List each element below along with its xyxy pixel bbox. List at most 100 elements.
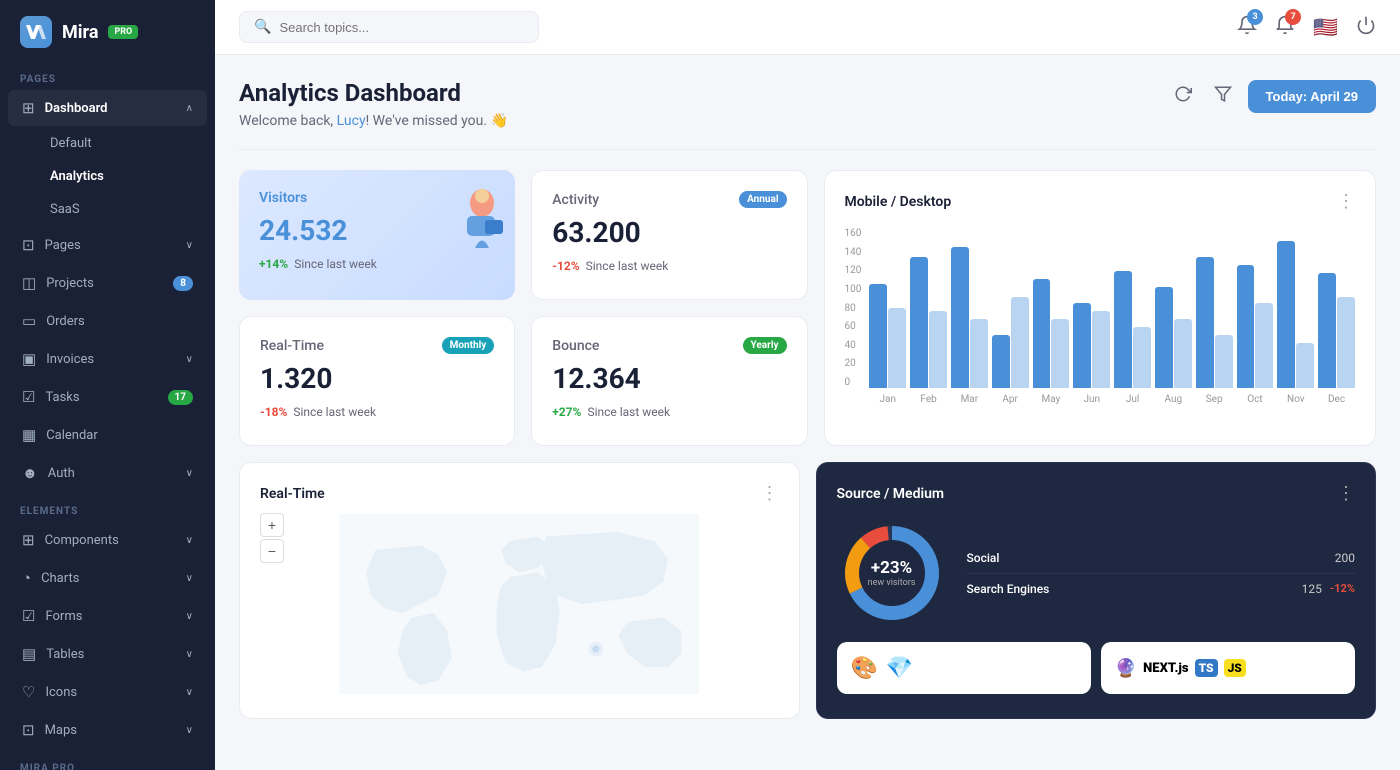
realtime-change-label: Since last week <box>293 405 376 419</box>
activity-value: 63.200 <box>552 216 786 249</box>
realtime-map-card: Real-Time ⋮ + − <box>239 462 800 719</box>
source-name: Search Engines <box>967 582 1050 596</box>
projects-icon: ◫ <box>22 274 36 292</box>
chart-x-labels: Jan Feb Mar Apr May Jun Jul Aug Sep Oct … <box>869 394 1355 405</box>
notifications-badge: 3 <box>1247 9 1263 25</box>
content-area: Analytics Dashboard Welcome back, Lucy! … <box>215 55 1400 770</box>
activity-label: Activity <box>552 192 599 208</box>
source-value: 200 <box>1335 551 1355 565</box>
realtime-map-title: Real-Time <box>260 486 325 502</box>
pro-badge: PRO <box>108 25 138 39</box>
tables-icon: ▤ <box>22 645 36 663</box>
zoom-out-button[interactable]: − <box>260 539 284 563</box>
source-medium-card: Source / Medium ⋮ <box>816 462 1377 719</box>
alerts-button[interactable]: 7 <box>1275 15 1295 39</box>
bounce-label: Bounce <box>552 338 599 354</box>
sidebar-item-forms[interactable]: ☑ Forms ∨ <box>8 598 207 634</box>
sidebar-item-auth[interactable]: ☻ Auth ∨ <box>8 455 207 491</box>
zoom-in-button[interactable]: + <box>260 513 284 537</box>
mobile-desktop-title: Mobile / Desktop <box>845 194 952 210</box>
source-row: Social 200 <box>967 543 1356 574</box>
sidebar-item-label: Tables <box>46 647 84 662</box>
activity-badge: Annual <box>739 191 786 208</box>
refresh-button[interactable] <box>1168 79 1198 114</box>
sidebar-item-label: SaaS <box>50 202 80 217</box>
donut-chart: +23% new visitors <box>837 518 947 628</box>
realtime-badge: Monthly <box>442 337 495 354</box>
donut-percent: +23% <box>868 558 916 578</box>
sidebar-item-pages[interactable]: ⊡ Pages ∨ <box>8 227 207 263</box>
chevron-icon: ∨ <box>186 725 193 736</box>
bounce-badge: Yearly <box>743 337 787 354</box>
sidebar-item-charts[interactable]: ◔ Charts ∨ <box>8 560 207 596</box>
filter-button[interactable] <box>1208 79 1238 114</box>
today-button[interactable]: Today: April 29 <box>1248 80 1376 113</box>
sidebar-item-orders[interactable]: ▭ Orders <box>8 303 207 339</box>
chevron-icon: ∨ <box>186 687 193 698</box>
realtime-change: -18% <box>260 405 287 419</box>
notifications-button[interactable]: 3 <box>1237 15 1257 40</box>
world-map <box>260 514 779 694</box>
chevron-icon: ∨ <box>186 240 193 251</box>
sidebar-item-label: Tasks <box>45 390 79 405</box>
sidebar-item-dashboard[interactable]: ⊞ Dashboard ∧ <box>8 90 207 126</box>
language-selector[interactable]: 🇺🇸 <box>1313 15 1338 39</box>
power-button[interactable] <box>1356 15 1376 39</box>
sidebar: Mira PRO PAGES ⊞ Dashboard ∧ Default Ana… <box>0 0 215 770</box>
chevron-icon: ∨ <box>186 611 193 622</box>
search-box[interactable]: 🔍 <box>239 11 539 43</box>
search-input[interactable] <box>279 20 524 35</box>
sidebar-item-label: Icons <box>45 685 77 700</box>
sidebar-item-tasks[interactable]: ☑ Tasks 17 <box>8 379 207 415</box>
tech-logo-design: 🎨 💎 <box>837 642 1091 694</box>
sidebar-item-saas[interactable]: SaaS <box>8 194 207 225</box>
sidebar-item-components[interactable]: ⊞ Components ∨ <box>8 522 207 558</box>
sidebar-item-label: Components <box>45 533 119 548</box>
sidebar-item-label: Pages <box>45 238 81 253</box>
sidebar-item-maps[interactable]: ⊡ Maps ∨ <box>8 712 207 748</box>
calendar-icon: ▦ <box>22 426 36 444</box>
page-header: Analytics Dashboard Welcome back, Lucy! … <box>239 79 1376 129</box>
page-subtitle: Welcome back, Lucy! We've missed you. 👋 <box>239 113 508 129</box>
maps-icon: ⊡ <box>22 721 35 739</box>
sidebar-item-label: Auth <box>48 466 75 481</box>
visitors-change: +14% <box>259 257 288 271</box>
activity-change-label: Since last week <box>586 259 669 273</box>
realtime-map-menu[interactable]: ⋮ <box>761 483 779 504</box>
realtime-label: Real-Time <box>260 338 324 354</box>
sidebar-item-label: Forms <box>45 609 82 624</box>
sidebar-item-calendar[interactable]: ▦ Calendar <box>8 417 207 453</box>
app-name: Mira <box>62 22 98 43</box>
mobile-desktop-menu[interactable]: ⋮ <box>1337 191 1355 212</box>
source-medium-menu[interactable]: ⋮ <box>1337 483 1355 504</box>
bounce-change: +27% <box>552 405 581 419</box>
activity-card: Activity Annual 63.200 -12% Since last w… <box>531 170 807 300</box>
forms-icon: ☑ <box>22 607 35 625</box>
section-label-mirapro: MIRA PRO <box>0 749 215 770</box>
alerts-badge: 7 <box>1285 9 1301 25</box>
chevron-icon: ∨ <box>186 354 193 365</box>
chevron-icon: ∨ <box>186 535 193 546</box>
sidebar-item-label: Maps <box>45 723 77 738</box>
orders-icon: ▭ <box>22 312 36 330</box>
sidebar-item-icons[interactable]: ♡ Icons ∨ <box>8 674 207 710</box>
source-row: Search Engines 125 -12% <box>967 574 1356 604</box>
sidebar-item-label: Calendar <box>46 428 98 443</box>
sidebar-item-tables[interactable]: ▤ Tables ∨ <box>8 636 207 672</box>
bar-chart <box>869 228 1355 388</box>
sidebar-item-projects[interactable]: ◫ Projects 8 <box>8 265 207 301</box>
sidebar-item-default[interactable]: Default <box>8 128 207 159</box>
icons-icon: ♡ <box>22 683 35 701</box>
sidebar-item-invoices[interactable]: ▣ Invoices ∨ <box>8 341 207 377</box>
sidebar-item-analytics[interactable]: Analytics <box>8 161 207 192</box>
sidebar-logo[interactable]: Mira PRO <box>0 0 215 64</box>
page-actions: Today: April 29 <box>1168 79 1376 114</box>
bounce-value: 12.364 <box>552 362 786 395</box>
projects-badge: 8 <box>173 276 193 291</box>
sidebar-item-label: Charts <box>41 571 79 586</box>
mobile-desktop-card: Mobile / Desktop ⋮ 160 140 120 100 80 60… <box>824 170 1377 446</box>
visitors-change-label: Since last week <box>294 257 377 271</box>
charts-icon: ◔ <box>22 569 31 587</box>
header-right: 3 7 🇺🇸 <box>1237 15 1376 40</box>
donut-label: new visitors <box>868 578 916 588</box>
